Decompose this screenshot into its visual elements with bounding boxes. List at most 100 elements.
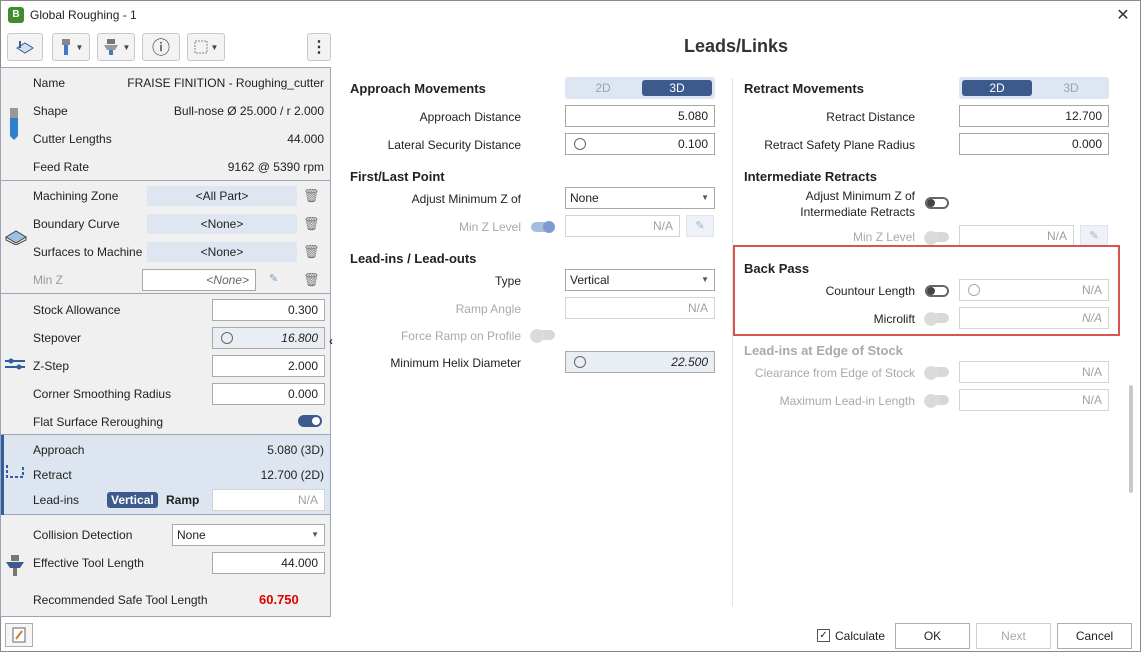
chevron-down-icon: ▼ <box>122 42 131 52</box>
endmill-icon <box>10 108 18 140</box>
min-z-level-input[interactable]: N/A <box>565 215 680 237</box>
clearance-label: Clearance from Edge of Stock <box>754 366 915 380</box>
chevron-down-icon: ▼ <box>311 530 319 539</box>
retract-summary-value: 12.700 (2D) <box>260 468 324 482</box>
force-ramp-toggle[interactable] <box>530 329 555 343</box>
part-view-button[interactable] <box>7 33 43 61</box>
vertical-option[interactable]: Vertical <box>107 492 158 508</box>
stock-allowance-input[interactable]: 0.300 <box>212 299 325 321</box>
adjust-min-z-select[interactable]: None ▼ <box>565 187 715 209</box>
intermediate-header: Intermediate Retracts <box>744 169 877 184</box>
helix-diameter-input[interactable]: 22.500 <box>565 351 715 373</box>
next-button[interactable]: Next <box>976 623 1051 649</box>
ramp-angle-input[interactable]: N/A <box>565 297 715 319</box>
title-bar <box>0 0 1141 30</box>
retract-distance-label: Retract Distance <box>826 110 915 124</box>
pick-point-icon[interactable]: ✎ <box>686 215 714 237</box>
leadins-summary-field[interactable]: N/A <box>212 489 325 511</box>
tool-select-button[interactable]: ▼ <box>52 33 90 61</box>
holder-select-button[interactable]: ▼ <box>97 33 135 61</box>
surfaces-field[interactable]: <None> <box>147 242 297 262</box>
feed-rate-label: Feed Rate <box>33 160 90 174</box>
back-pass-highlight <box>733 245 1120 336</box>
adjust-min-z-label: Adjust Minimum Z of <box>411 192 521 206</box>
intermediate-minz-toggle[interactable] <box>924 231 949 245</box>
clearance-input[interactable]: N/A <box>959 361 1109 383</box>
boundary-curve-field[interactable]: <None> <box>147 214 297 234</box>
leadins-summary-label: Lead-ins <box>33 493 80 507</box>
stepover-label: Stepover <box>33 331 82 345</box>
min-z-level-toggle[interactable] <box>531 221 555 233</box>
corner-smoothing-input[interactable]: 0.000 <box>212 383 325 405</box>
pattern-select-button[interactable]: ▼ <box>187 33 225 61</box>
scrollbar[interactable] <box>1129 385 1133 493</box>
retract-radius-input[interactable]: 0.000 <box>959 133 1109 155</box>
reset-icon[interactable] <box>221 332 233 344</box>
tool-section[interactable]: Name FRAISE FINITION - Roughing_cutter S… <box>1 68 330 181</box>
approach-2d-option[interactable]: 2D <box>568 80 638 96</box>
max-leadin-input[interactable]: N/A <box>959 389 1109 411</box>
calculate-checkbox[interactable]: ✓ <box>817 629 830 642</box>
effective-length-input[interactable]: 44.000 <box>212 552 325 574</box>
close-icon[interactable]: ✕ <box>1113 5 1133 25</box>
intermediate-adjust-toggle[interactable] <box>925 197 949 209</box>
links-summary-section[interactable]: Approach 5.080 (3D) Retract 12.700 (2D) … <box>1 435 330 515</box>
lateral-security-input[interactable]: 0.100 <box>565 133 715 155</box>
reset-icon[interactable] <box>574 138 586 150</box>
approach-3d-option[interactable]: 3D <box>642 80 712 96</box>
collision-detection-label: Collision Detection <box>33 528 133 542</box>
approach-summary-value: 5.080 (3D) <box>267 443 324 457</box>
holder-collision-icon <box>6 555 24 576</box>
chevron-down-icon: ▼ <box>75 42 84 52</box>
pick-icon[interactable]: ✎ <box>269 272 278 285</box>
ramp-option[interactable]: Ramp <box>162 492 203 508</box>
cancel-button[interactable]: Cancel <box>1057 623 1132 649</box>
leads-icon <box>6 465 24 478</box>
ok-button[interactable]: OK <box>895 623 970 649</box>
more-menu-button[interactable]: ⋮ <box>307 33 331 61</box>
machining-zone-field[interactable]: <All Part> <box>147 186 297 206</box>
max-leadin-toggle[interactable] <box>924 394 949 408</box>
chevron-down-icon: ▼ <box>210 42 219 52</box>
helix-diameter-label: Minimum Helix Diameter <box>390 356 521 370</box>
retract-distance-input[interactable]: 12.700 <box>959 105 1109 127</box>
approach-distance-input[interactable]: 5.080 <box>565 105 715 127</box>
chevron-down-icon: ▼ <box>701 193 709 202</box>
leadin-type-select[interactable]: Vertical ▼ <box>565 269 715 291</box>
trash-icon[interactable]: 🗑 <box>303 245 320 259</box>
more-vertical-icon: ⋮ <box>311 39 327 56</box>
z-step-input[interactable]: 2.000 <box>212 355 325 377</box>
column-divider <box>732 78 733 606</box>
pick-point-icon[interactable]: ✎ <box>1080 225 1108 247</box>
stock-allowance-label: Stock Allowance <box>33 303 121 317</box>
collision-detection-select[interactable]: None ▼ <box>172 524 325 546</box>
leadins-header: Lead-ins / Lead-outs <box>350 251 477 266</box>
min-z-label: Min Z <box>33 273 63 287</box>
retract-3d-option[interactable]: 3D <box>1036 80 1106 96</box>
report-button[interactable] <box>5 623 33 647</box>
stepover-input[interactable]: 16.800 <box>212 327 325 349</box>
collapse-panel-icon[interactable]: ‹ <box>329 334 333 348</box>
clearance-toggle[interactable] <box>924 366 949 380</box>
info-button[interactable]: ⓘ <box>142 33 180 61</box>
retract-2d-option[interactable]: 2D <box>962 80 1032 96</box>
params-section: Stock Allowance 0.300 Stepover 16.800 Z-… <box>1 294 330 435</box>
retract-radius-label: Retract Safety Plane Radius <box>764 138 915 152</box>
calculate-label: Calculate <box>835 629 886 643</box>
corner-smoothing-label: Corner Smoothing Radius <box>33 387 172 401</box>
holder-icon <box>103 39 118 55</box>
intermediate-minz-input[interactable]: N/A <box>959 225 1074 247</box>
trash-icon[interactable]: 🗑 <box>303 217 320 231</box>
feed-rate-value: 9162 @ 5390 rpm <box>227 160 324 174</box>
retract-mode-toggle[interactable]: 2D 3D <box>959 77 1109 99</box>
approach-mode-toggle[interactable]: 2D 3D <box>565 77 715 99</box>
chevron-down-icon: ▼ <box>701 275 709 284</box>
part-icon <box>16 41 34 54</box>
trash-icon[interactable]: 🗑 <box>303 273 320 287</box>
min-z-field[interactable]: <None> <box>142 269 256 291</box>
flat-reroughing-toggle[interactable] <box>298 415 322 427</box>
first-last-header: First/Last Point <box>350 169 445 184</box>
trash-icon[interactable]: 🗑 <box>303 189 320 203</box>
machining-zone-label: Machining Zone <box>33 189 119 203</box>
reset-icon[interactable] <box>574 356 586 368</box>
